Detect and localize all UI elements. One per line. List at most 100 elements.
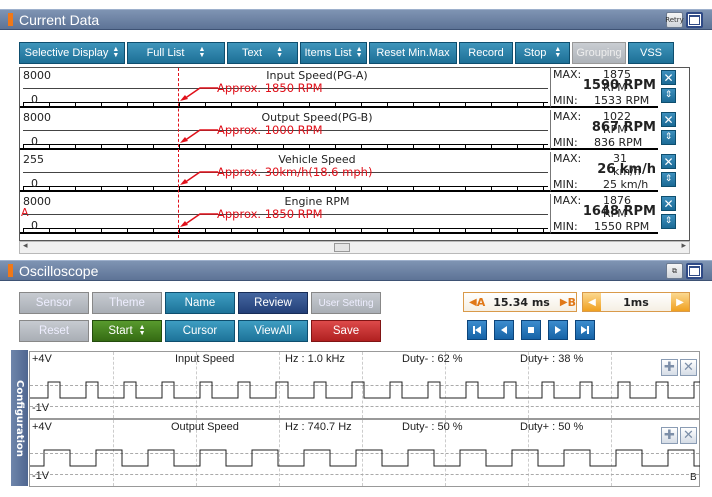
timebase-box[interactable]: ◀ 1ms ▶ — [582, 292, 690, 312]
approx-annotation: Approx. 1000 RPM — [217, 123, 323, 137]
close-icon[interactable]: ✕ — [661, 70, 676, 85]
max-label: MAX: — [553, 194, 582, 207]
timebase-decrease-icon[interactable]: ◀ — [583, 293, 601, 311]
volt-min: -1V — [32, 470, 50, 482]
scroll-thumb[interactable] — [334, 243, 350, 252]
min-value: 1533 RPM — [594, 94, 650, 107]
scope-channel-input-speed: +4V Input Speed Hz : 1.0 kHz Duty- : 62 … — [29, 351, 700, 419]
scale-zero: 0 — [31, 219, 38, 232]
configuration-tab[interactable]: Configuration — [11, 350, 28, 486]
grouping-button[interactable]: Grouping — [572, 42, 626, 64]
close-icon[interactable]: ✕ — [680, 359, 697, 376]
min-value: 1550 RPM — [594, 220, 650, 233]
duty-plus: Duty+ : 50 % — [520, 421, 584, 433]
scale-zero: 0 — [31, 93, 38, 106]
updown-icon[interactable]: ⇕ — [661, 214, 676, 229]
updown-icon[interactable]: ⇕ — [661, 172, 676, 187]
play-icon[interactable] — [548, 320, 568, 340]
minmax-input-speed: MAX: 1875 RPM 1590 RPM MIN: 1533 RPM — [550, 68, 658, 108]
scale-zero: 0 — [31, 135, 38, 148]
grid-line — [30, 474, 699, 475]
cursor-time-value: 15.34 ms — [493, 295, 550, 309]
theme-button[interactable]: Theme — [92, 292, 162, 314]
cursor-a-label: A — [476, 295, 486, 309]
waveform-output-speed — [30, 449, 700, 467]
vss-button[interactable]: VSS — [628, 42, 674, 64]
minmax-output-speed: MAX: 1022 RPM 867 RPM MIN: 836 RPM — [550, 110, 658, 150]
reset-button[interactable]: Reset — [19, 320, 89, 342]
timebase-increase-icon[interactable]: ▶ — [671, 293, 689, 311]
btn-label: Items List — [304, 47, 352, 59]
configuration-label: Configuration — [14, 379, 25, 457]
btn-label: User Setting — [318, 297, 374, 309]
name-button[interactable]: Name — [165, 292, 235, 314]
step-back-icon[interactable] — [494, 320, 514, 340]
retry-icon[interactable]: Retry — [665, 12, 684, 28]
restore-window-icon[interactable] — [686, 263, 703, 279]
updown-icon[interactable]: ⇕ — [661, 130, 676, 145]
save-button[interactable]: Save — [311, 320, 381, 342]
close-icon[interactable]: ✕ — [680, 427, 697, 444]
min-label: MIN: — [553, 94, 578, 107]
stop-button[interactable]: Stop ▲ ▼ — [515, 42, 570, 64]
cursor-time-box[interactable]: ◀ A 15.34 ms ▶ B — [463, 292, 577, 312]
scale-zero: 0 — [31, 177, 38, 190]
oscilloscope-toolbar-1: Sensor Theme Name Review User Setting — [19, 292, 384, 314]
min-label: MIN: — [553, 220, 578, 233]
cursor-button[interactable]: Cursor — [165, 320, 235, 342]
scroll-left-icon[interactable]: ◂ — [23, 241, 28, 251]
tick-marks — [23, 102, 548, 106]
review-button[interactable]: Review — [238, 292, 308, 314]
graph-row-engine-rpm: 8000 A 0 Engine RPM Approx. 1850 RPM — [20, 194, 550, 234]
oscilloscope-toolbar-2: Reset Start ▲ ▼ Cursor ViewAll Save — [19, 320, 384, 342]
timebase-value: 1ms — [623, 295, 649, 309]
sensor-button[interactable]: Sensor — [19, 292, 89, 314]
stop-icon[interactable] — [521, 320, 541, 340]
zoom-in-icon[interactable]: ✚ — [661, 359, 678, 376]
skip-first-icon[interactable] — [467, 320, 487, 340]
arrow-icon — [180, 129, 218, 143]
popout-icon[interactable]: ⧉ — [666, 263, 683, 279]
start-button[interactable]: Start ▲ ▼ — [92, 320, 162, 342]
current-value: 1590 RPM — [582, 78, 656, 93]
full-list-button[interactable]: Full List ▲ ▼ — [127, 42, 225, 64]
close-icon[interactable]: ✕ — [661, 112, 676, 127]
btn-label: Review — [254, 297, 292, 309]
updown-icon: ▲ ▼ — [138, 324, 146, 337]
volt-min: -1V — [32, 402, 50, 414]
items-list-button[interactable]: Items List ▲ ▼ — [300, 42, 367, 64]
updown-icon: ▲ ▼ — [112, 46, 120, 59]
scale-top: 255 — [23, 153, 44, 166]
user-setting-button[interactable]: User Setting — [311, 292, 381, 314]
scope-channel-output-speed: +4V Output Speed Hz : 740.7 Hz Duty- : 5… — [29, 419, 700, 487]
scroll-right-icon[interactable]: ▸ — [681, 241, 686, 251]
btn-label: Stop — [523, 47, 547, 59]
zoom-in-icon[interactable]: ✚ — [661, 427, 678, 444]
channel-name: Output Speed — [171, 421, 239, 433]
max-label: MAX: — [553, 68, 582, 81]
cursor-b-marker: B — [690, 472, 697, 483]
duty-minus: Duty- : 50 % — [402, 421, 463, 433]
selective-display-button[interactable]: Selective Display ▲ ▼ — [19, 42, 125, 64]
min-label: MIN: — [553, 178, 578, 191]
btn-label: Text — [241, 47, 263, 59]
skip-last-icon[interactable] — [575, 320, 595, 340]
btn-label: Sensor — [35, 297, 73, 309]
duty-minus: Duty- : 62 % — [402, 353, 463, 365]
cursor-b-icon: ▶ — [559, 296, 568, 308]
close-icon[interactable]: ✕ — [661, 196, 676, 211]
graph-row-vehicle-speed: 255 0 Vehicle Speed Approx. 30km/h(18.6 … — [20, 152, 550, 192]
channel-frequency: Hz : 740.7 Hz — [285, 421, 352, 433]
restore-window-icon[interactable] — [686, 12, 703, 28]
current-data-titlebar: Current Data Retry — [0, 9, 712, 30]
record-button[interactable]: Record — [459, 42, 513, 64]
updown-icon[interactable]: ⇕ — [661, 88, 676, 103]
text-button[interactable]: Text ▲ ▼ — [227, 42, 298, 64]
current-value: 867 RPM — [591, 120, 656, 135]
reset-min-max-button[interactable]: Reset Min.Max — [369, 42, 457, 64]
btn-label: Reset Min.Max — [376, 47, 450, 59]
viewall-button[interactable]: ViewAll — [238, 320, 308, 342]
horizontal-scrollbar[interactable]: ◂ ▸ — [19, 241, 690, 254]
close-icon[interactable]: ✕ — [661, 154, 676, 169]
minmax-vehicle-speed: MAX: 31 km/h 26 km/h MIN: 25 km/h — [550, 152, 658, 192]
